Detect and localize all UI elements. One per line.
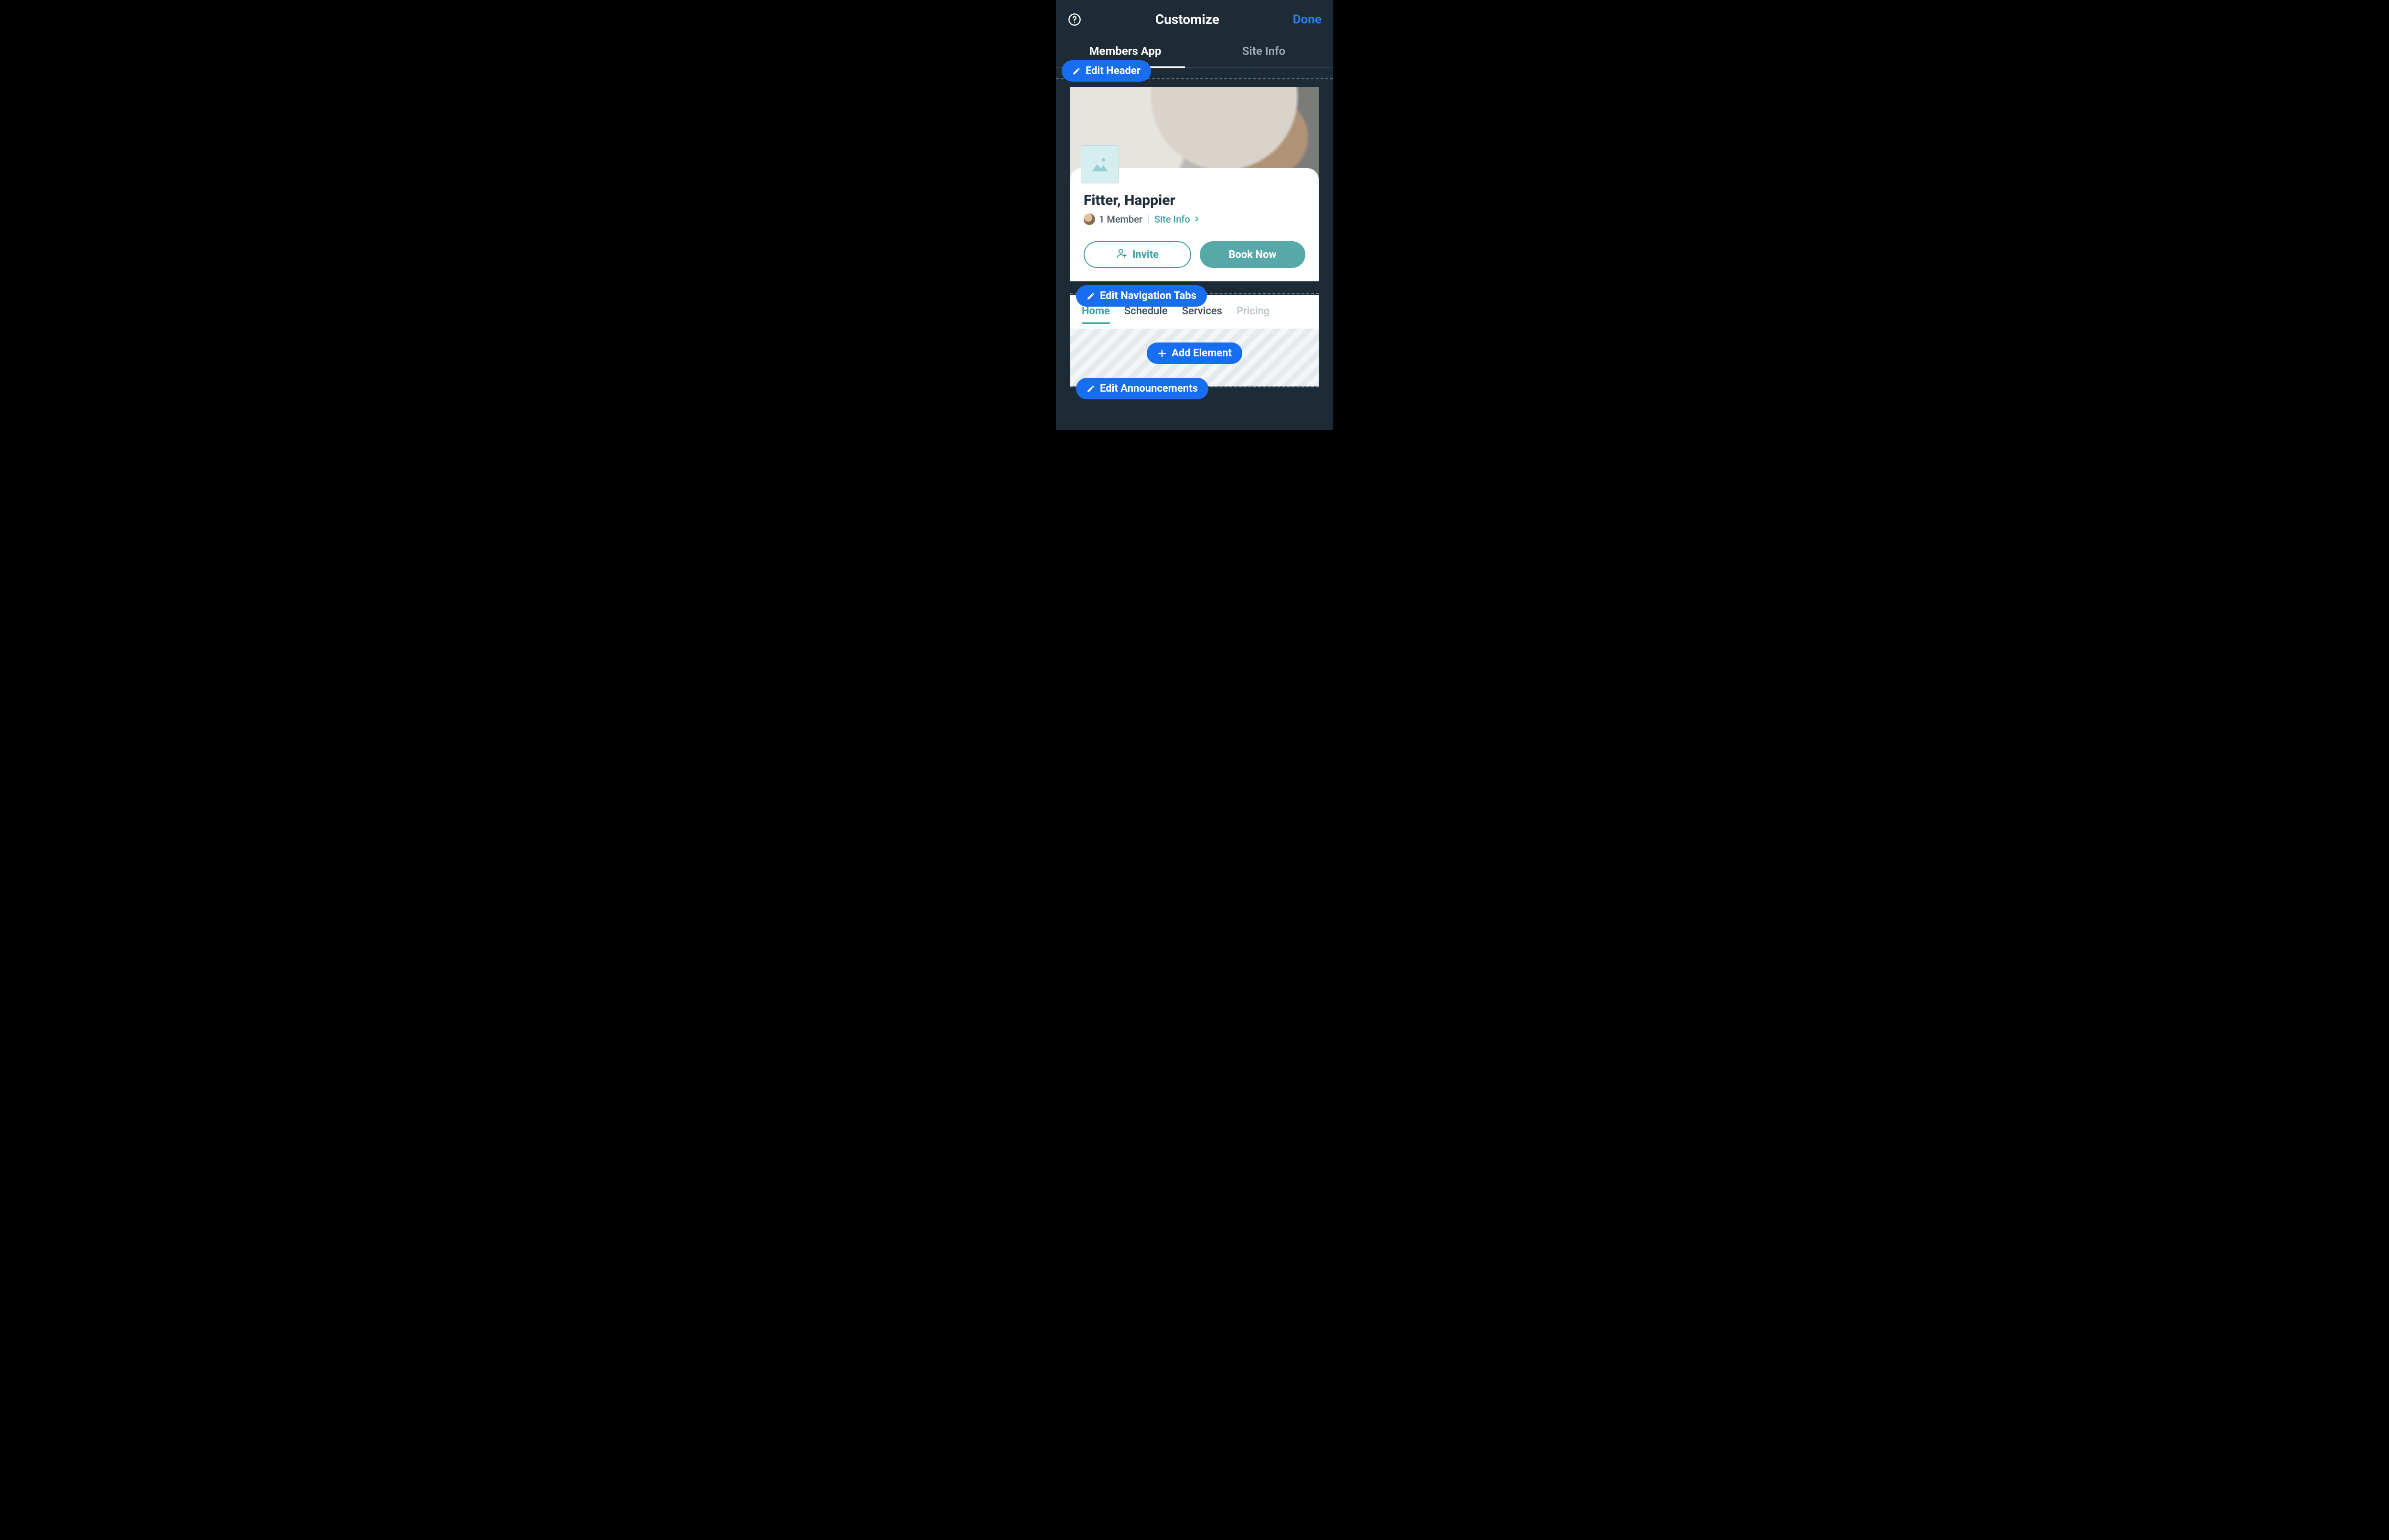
site-info-link[interactable]: Site Info <box>1154 214 1201 225</box>
nav-tabs-section: Edit Navigation Tabs Home Schedule Servi… <box>1070 295 1319 329</box>
logo-placeholder[interactable] <box>1081 145 1119 183</box>
book-now-button[interactable]: Book Now <box>1200 241 1305 268</box>
member-count[interactable]: 1 Member <box>1084 214 1142 225</box>
book-now-label: Book Now <box>1228 249 1276 261</box>
nav-tab-home[interactable]: Home <box>1082 305 1110 324</box>
chevron-right-icon <box>1193 214 1201 225</box>
nav-tab-pricing[interactable]: Pricing <box>1237 305 1270 324</box>
member-count-label: 1 Member <box>1099 214 1142 225</box>
preview-canvas: Edit Header Fitter, Happier 1 Member Si <box>1056 68 1333 386</box>
help-icon[interactable] <box>1067 12 1082 27</box>
app-customize-screen: Customize Done Members App Site Info Edi… <box>1056 0 1333 430</box>
avatar <box>1084 214 1095 225</box>
site-card: Fitter, Happier 1 Member Site Info <box>1070 168 1319 281</box>
add-element-button[interactable]: Add Element <box>1147 342 1242 364</box>
edit-header-button[interactable]: Edit Header <box>1062 60 1151 82</box>
edit-header-label: Edit Header <box>1086 65 1141 77</box>
meta-divider <box>1148 214 1149 225</box>
edit-announcements-button[interactable]: Edit Announcements <box>1076 378 1208 399</box>
edit-nav-tabs-button[interactable]: Edit Navigation Tabs <box>1076 285 1207 307</box>
action-buttons: Invite Book Now <box>1084 241 1305 268</box>
nav-tab-schedule[interactable]: Schedule <box>1124 305 1168 324</box>
invite-label: Invite <box>1132 249 1159 261</box>
person-add-icon <box>1116 247 1128 262</box>
site-meta: 1 Member Site Info <box>1084 214 1305 225</box>
nav-tab-services[interactable]: Services <box>1182 305 1222 324</box>
done-button[interactable]: Done <box>1293 12 1322 27</box>
page-title: Customize <box>1155 11 1219 27</box>
topbar: Customize Done <box>1056 0 1333 36</box>
pencil-icon <box>1072 67 1081 75</box>
edit-nav-label: Edit Navigation Tabs <box>1100 290 1196 302</box>
edit-announcements-label: Edit Announcements <box>1100 383 1198 395</box>
site-title: Fitter, Happier <box>1084 192 1305 209</box>
pencil-icon <box>1087 292 1095 300</box>
site-info-link-label: Site Info <box>1154 214 1190 225</box>
pencil-icon <box>1087 385 1095 393</box>
plus-icon <box>1157 349 1167 358</box>
add-element-label: Add Element <box>1172 347 1232 359</box>
tab-site-info[interactable]: Site Info <box>1194 36 1333 67</box>
invite-button[interactable]: Invite <box>1084 241 1191 268</box>
